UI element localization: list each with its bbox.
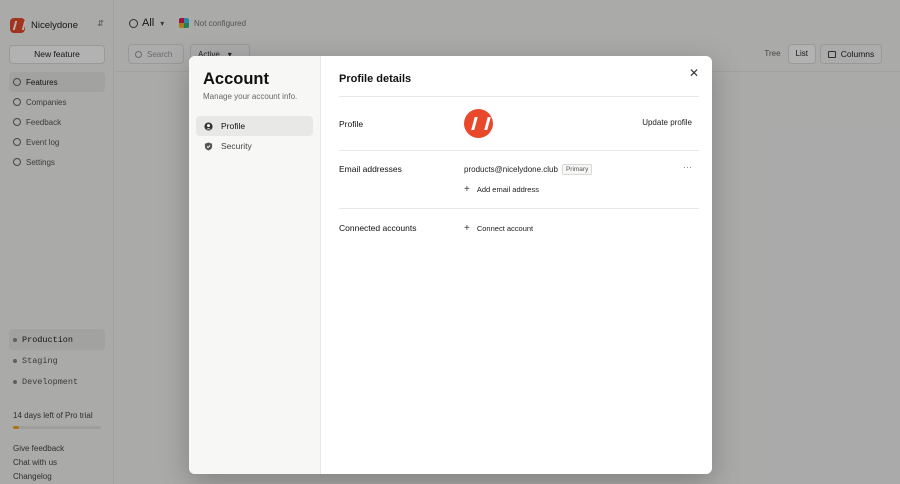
plus-icon: + — [464, 222, 470, 234]
connect-account-button[interactable]: + Connect account — [464, 222, 533, 234]
shield-icon — [204, 141, 213, 151]
plus-icon: + — [464, 183, 470, 195]
modal-subtitle: Manage your account info. — [203, 92, 298, 101]
account-modal: Account Manage your account info. Profil… — [189, 56, 712, 474]
close-icon[interactable]: ✕ — [687, 66, 701, 80]
user-circle-icon — [204, 121, 213, 131]
modal-nav-security[interactable]: Security — [196, 136, 313, 156]
avatar[interactable] — [464, 109, 493, 138]
add-email-button[interactable]: + Add email address — [464, 183, 539, 195]
modal-title: Account — [203, 70, 269, 88]
primary-badge: Primary — [561, 164, 593, 175]
modal-content: Profile details ✕ Profile Update profile… — [322, 56, 712, 474]
email-addresses-label: Email addresses — [339, 164, 402, 174]
profile-details-heading: Profile details — [339, 73, 412, 85]
more-options-icon[interactable]: ⋯ — [683, 162, 693, 173]
email-address: products@nicelydone.club — [464, 165, 558, 174]
profile-label: Profile — [339, 119, 364, 129]
update-profile-button[interactable]: Update profile — [642, 118, 692, 127]
modal-sidebar: Account Manage your account info. Profil… — [189, 56, 321, 474]
modal-nav-profile[interactable]: Profile — [196, 116, 313, 136]
divider — [339, 150, 699, 151]
connected-accounts-label: Connected accounts — [339, 223, 417, 233]
divider — [339, 208, 699, 209]
email-entry: products@nicelydone.club Primary — [464, 164, 593, 175]
divider — [339, 96, 699, 97]
modal-nav: Profile Security — [196, 116, 313, 156]
